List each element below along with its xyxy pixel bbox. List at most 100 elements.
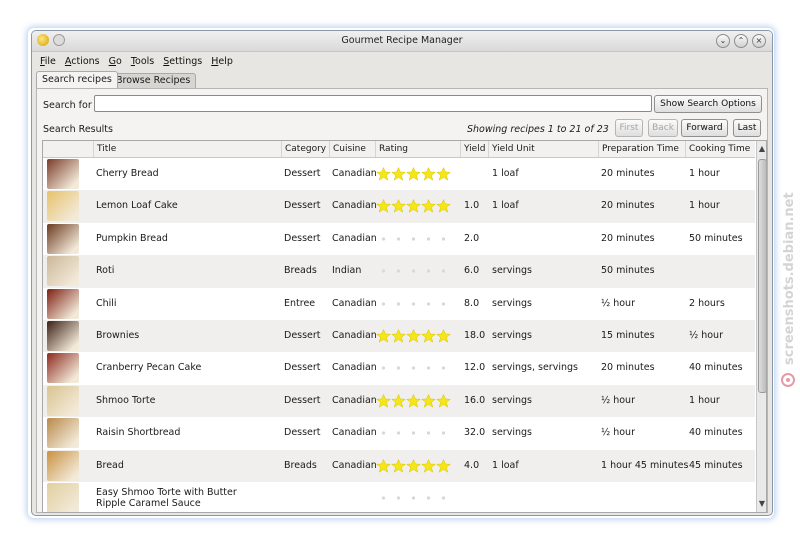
rating-stars[interactable] bbox=[376, 297, 451, 311]
menu-settings[interactable]: Settings bbox=[163, 56, 202, 67]
star-filled-icon[interactable] bbox=[376, 199, 391, 214]
star-filled-icon[interactable] bbox=[376, 393, 391, 408]
table-row[interactable]: Easy Shmoo Torte with Butter Ripple Cara… bbox=[43, 482, 755, 512]
table-row[interactable]: Cherry Bread Dessert Canadian 1 loaf 20 minu… bbox=[43, 158, 755, 190]
star-empty-icon[interactable] bbox=[376, 232, 391, 246]
column-title[interactable]: Title bbox=[93, 141, 280, 157]
star-empty-icon[interactable] bbox=[376, 426, 391, 440]
vertical-scrollbar[interactable]: ▲ ▼ bbox=[756, 141, 766, 512]
star-empty-icon[interactable] bbox=[436, 297, 451, 311]
star-empty-icon[interactable] bbox=[391, 264, 406, 278]
rating-stars[interactable] bbox=[376, 458, 451, 473]
table-row[interactable]: Pumpkin Bread Dessert Canadian 2.0 20 minute… bbox=[43, 223, 755, 255]
star-empty-icon[interactable] bbox=[406, 264, 421, 278]
column-yield-unit[interactable]: Yield Unit bbox=[488, 141, 597, 157]
star-filled-icon[interactable] bbox=[391, 167, 406, 181]
star-empty-icon[interactable] bbox=[391, 232, 406, 246]
column-yield[interactable]: Yield bbox=[460, 141, 489, 157]
rating-stars[interactable] bbox=[376, 232, 451, 246]
star-empty-icon[interactable] bbox=[391, 491, 406, 505]
star-empty-icon[interactable] bbox=[421, 264, 436, 278]
star-filled-icon[interactable] bbox=[436, 393, 451, 408]
star-empty-icon[interactable] bbox=[421, 426, 436, 440]
table-row[interactable]: Cranberry Pecan Cake Dessert Canadian 12.0 s… bbox=[43, 352, 755, 384]
star-filled-icon[interactable] bbox=[391, 458, 406, 473]
rating-stars[interactable] bbox=[376, 328, 451, 343]
first-button[interactable]: First bbox=[615, 119, 643, 137]
rating-stars[interactable] bbox=[376, 361, 451, 375]
star-empty-icon[interactable] bbox=[421, 232, 436, 246]
star-empty-icon[interactable] bbox=[376, 264, 391, 278]
star-empty-icon[interactable] bbox=[406, 426, 421, 440]
star-empty-icon[interactable] bbox=[421, 297, 436, 311]
rating-stars[interactable] bbox=[376, 264, 451, 278]
title-bar[interactable]: Gourmet Recipe Manager ⌄ ⌃ × bbox=[32, 31, 772, 52]
last-button[interactable]: Last bbox=[733, 119, 761, 137]
star-empty-icon[interactable] bbox=[406, 491, 421, 505]
rating-stars[interactable] bbox=[376, 491, 451, 505]
rating-stars[interactable] bbox=[376, 426, 451, 440]
table-row[interactable]: Lemon Loaf Cake Dessert Canadian 1.0 1 loaf 2… bbox=[43, 190, 755, 223]
column-cuisine[interactable]: Cuisine bbox=[329, 141, 374, 157]
star-filled-icon[interactable] bbox=[406, 328, 421, 343]
star-filled-icon[interactable] bbox=[421, 458, 436, 473]
star-empty-icon[interactable] bbox=[421, 491, 436, 505]
back-button[interactable]: Back bbox=[648, 119, 678, 137]
scroll-thumb[interactable] bbox=[758, 159, 766, 393]
star-empty-icon[interactable] bbox=[421, 361, 436, 375]
star-empty-icon[interactable] bbox=[391, 297, 406, 311]
minimize-button[interactable]: ⌄ bbox=[716, 34, 730, 48]
star-filled-icon[interactable] bbox=[421, 393, 436, 408]
star-filled-icon[interactable] bbox=[376, 328, 391, 343]
star-empty-icon[interactable] bbox=[436, 232, 451, 246]
table-row[interactable]: Roti Breads Indian 6.0 servings 50 minutes bbox=[43, 255, 755, 288]
menu-go[interactable]: Go bbox=[109, 56, 122, 67]
column-rating[interactable]: Rating bbox=[375, 141, 459, 157]
star-filled-icon[interactable] bbox=[421, 167, 436, 181]
star-empty-icon[interactable] bbox=[406, 361, 421, 375]
table-row[interactable]: Raisin Shortbread Dessert Canadian 32.0 serv… bbox=[43, 417, 755, 449]
star-empty-icon[interactable] bbox=[436, 361, 451, 375]
star-filled-icon[interactable] bbox=[406, 199, 421, 214]
star-filled-icon[interactable] bbox=[406, 458, 421, 473]
rating-stars[interactable] bbox=[376, 393, 451, 408]
star-filled-icon[interactable] bbox=[376, 167, 391, 181]
column-category[interactable]: Category bbox=[281, 141, 328, 157]
star-filled-icon[interactable] bbox=[406, 393, 421, 408]
star-empty-icon[interactable] bbox=[376, 297, 391, 311]
show-search-options-button[interactable]: Show Search Options bbox=[654, 95, 762, 113]
tab-search-recipes[interactable]: Search recipes bbox=[36, 71, 118, 88]
tab-browse-recipes[interactable]: Browse Recipes bbox=[110, 73, 197, 88]
scroll-up-icon[interactable]: ▲ bbox=[757, 144, 766, 154]
menu-actions[interactable]: Actions bbox=[65, 56, 100, 67]
column-cooking-time[interactable]: Cooking Time bbox=[685, 141, 759, 157]
menu-file[interactable]: File bbox=[40, 56, 56, 67]
search-input[interactable] bbox=[94, 95, 652, 112]
star-filled-icon[interactable] bbox=[391, 199, 406, 214]
column-preparation-time[interactable]: Preparation Time bbox=[598, 141, 684, 157]
star-empty-icon[interactable] bbox=[376, 361, 391, 375]
star-filled-icon[interactable] bbox=[421, 328, 436, 343]
close-button[interactable]: × bbox=[752, 34, 766, 48]
star-filled-icon[interactable] bbox=[391, 393, 406, 408]
rating-stars[interactable] bbox=[376, 199, 451, 214]
star-filled-icon[interactable] bbox=[391, 328, 406, 343]
star-empty-icon[interactable] bbox=[406, 232, 421, 246]
table-row[interactable]: Brownies Dessert Canadian 18.0 servings 15 mi… bbox=[43, 319, 755, 353]
star-filled-icon[interactable] bbox=[436, 199, 451, 214]
table-row[interactable]: Bread Breads Canadian 4.0 1 loaf 1 hour 45 mi… bbox=[43, 449, 755, 482]
table-row[interactable]: Shmoo Torte Dessert Canadian 16.0 servings ½ … bbox=[43, 384, 755, 418]
table-row[interactable]: Chili Entree Canadian 8.0 servings ½ hour 2 ho… bbox=[43, 288, 755, 320]
star-filled-icon[interactable] bbox=[436, 328, 451, 343]
star-empty-icon[interactable] bbox=[406, 297, 421, 311]
star-empty-icon[interactable] bbox=[436, 491, 451, 505]
star-filled-icon[interactable] bbox=[421, 199, 436, 214]
star-empty-icon[interactable] bbox=[436, 264, 451, 278]
star-filled-icon[interactable] bbox=[406, 167, 421, 181]
star-filled-icon[interactable] bbox=[376, 458, 391, 473]
scroll-down-icon[interactable]: ▼ bbox=[757, 499, 766, 509]
star-empty-icon[interactable] bbox=[436, 426, 451, 440]
star-empty-icon[interactable] bbox=[376, 491, 391, 505]
forward-button[interactable]: Forward bbox=[681, 119, 728, 137]
menu-tools[interactable]: Tools bbox=[131, 56, 154, 67]
